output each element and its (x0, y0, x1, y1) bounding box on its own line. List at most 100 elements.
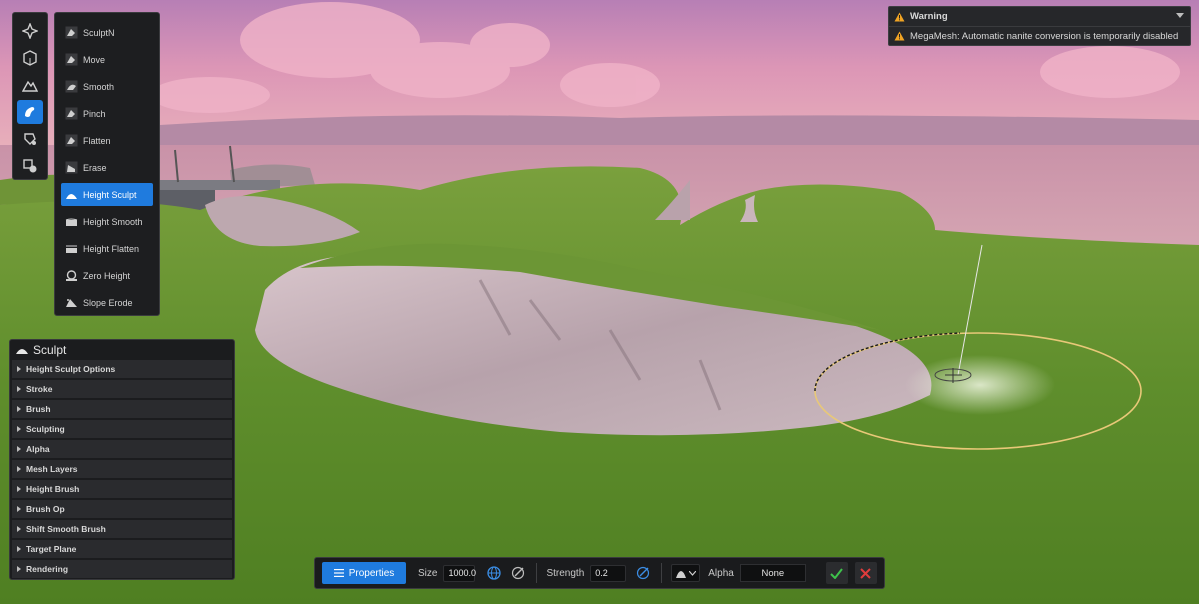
select-mode-button[interactable] (17, 19, 43, 43)
alpha-selector[interactable]: None (739, 564, 806, 582)
toolbar-divider (536, 563, 538, 583)
warning-triangle-icon (894, 12, 905, 21)
alpha-label: Alpha (708, 567, 734, 579)
pinch-brush-icon (65, 107, 78, 120)
section-label: Brush (26, 404, 51, 414)
section-label: Brush Op (26, 504, 65, 514)
expand-arrow-icon (17, 406, 21, 412)
tool-label: Flatten (83, 135, 111, 146)
landscape-mode-button[interactable] (17, 73, 43, 97)
zero-height-icon (66, 270, 77, 281)
tool-erase[interactable]: Erase (61, 156, 153, 179)
properties-button[interactable]: Properties (322, 562, 406, 584)
size-input[interactable]: 1000.0 (443, 564, 476, 582)
sculpt-panel-header: Sculpt (10, 340, 234, 360)
height-sculpt-icon (16, 349, 28, 354)
strength-label: Strength (546, 567, 585, 579)
section-label: Stroke (26, 384, 53, 394)
section-shift-smooth-brush[interactable]: Shift Smooth Brush (12, 520, 232, 538)
section-sculpting[interactable]: Sculpting (12, 420, 232, 438)
globe-icon (487, 566, 502, 580)
section-label: Alpha (26, 444, 50, 454)
expand-arrow-icon (17, 566, 21, 572)
section-label: Sculpting (26, 424, 65, 434)
sculpt-tool-palette: SculptN Move Smooth Pinch Flatten Erase … (54, 12, 160, 316)
warning-triangle-icon (894, 31, 905, 41)
tool-label: Move (83, 54, 106, 65)
sculpt-panel-title: Sculpt (33, 343, 67, 357)
paint-mode-button[interactable] (17, 127, 43, 151)
tool-label: Pinch (83, 108, 106, 119)
tool-move[interactable]: Move (61, 48, 153, 71)
expand-arrow-icon (17, 526, 21, 532)
shapes-mode-button[interactable] (17, 154, 43, 178)
shapes-mode-icon (23, 158, 37, 172)
tool-flatten[interactable]: Flatten (61, 129, 153, 152)
tool-pinch[interactable]: Pinch (61, 102, 153, 125)
section-height-sculpt-options[interactable]: Height Sculpt Options (12, 360, 232, 378)
properties-label: Properties (348, 567, 395, 579)
section-alpha[interactable]: Alpha (12, 440, 232, 458)
expand-arrow-icon (17, 466, 21, 472)
pressure-icon (637, 566, 650, 580)
section-rendering[interactable]: Rendering (12, 560, 232, 578)
size-label: Size (418, 567, 438, 579)
cancel-button[interactable] (854, 562, 877, 584)
sculpt-mode-icon (25, 106, 35, 117)
section-stroke[interactable]: Stroke (12, 380, 232, 398)
expand-arrow-icon (17, 366, 21, 372)
object-mode-button[interactable] (17, 46, 43, 70)
paint-mode-icon (24, 132, 36, 145)
world-space-toggle[interactable] (485, 564, 503, 582)
tool-label: Zero Height (83, 270, 131, 281)
tool-label: Erase (83, 162, 107, 173)
warning-message: MegaMesh: Automatic nanite conversion is… (910, 30, 1179, 42)
expand-arrow-icon (17, 386, 21, 392)
object-mode-icon (23, 49, 37, 66)
section-brush-op[interactable]: Brush Op (12, 500, 232, 518)
tool-slope-erode[interactable]: Slope Erode (61, 291, 153, 314)
expand-arrow-icon (17, 446, 21, 452)
landscape-mode-icon (22, 80, 38, 92)
warning-message-row: MegaMesh: Automatic nanite conversion is… (889, 26, 1190, 45)
hamburger-icon (333, 569, 344, 577)
section-brush[interactable]: Brush (12, 400, 232, 418)
strength-input[interactable]: 0.2 (590, 564, 627, 582)
tool-height-flatten[interactable]: Height Flatten (61, 237, 153, 260)
expand-arrow-icon (17, 546, 21, 552)
falloff-dropdown[interactable] (671, 564, 701, 582)
size-pressure-toggle[interactable] (509, 564, 527, 582)
section-mesh-layers[interactable]: Mesh Layers (12, 460, 232, 478)
tool-height-smooth[interactable]: Height Smooth (61, 210, 153, 233)
tool-label: Height Flatten (83, 243, 140, 254)
flatten-brush-icon (65, 134, 78, 147)
height-smooth-icon (65, 218, 78, 226)
tool-sculptn[interactable]: SculptN (61, 21, 153, 44)
tool-height-sculpt[interactable]: Height Sculpt (61, 183, 153, 206)
section-target-plane[interactable]: Target Plane (12, 540, 232, 558)
section-label: Height Brush (26, 484, 80, 494)
warning-title: Warning (910, 11, 948, 22)
section-label: Rendering (26, 564, 69, 574)
warning-header[interactable]: Warning (889, 7, 1190, 26)
section-height-brush[interactable]: Height Brush (12, 480, 232, 498)
tool-label: Height Smooth (83, 216, 143, 227)
tool-zero-height[interactable]: Zero Height (61, 264, 153, 287)
tool-label: Slope Erode (83, 297, 133, 308)
section-label: Shift Smooth Brush (26, 524, 106, 534)
sculpt-details-panel: Sculpt Height Sculpt Options Stroke Brus… (9, 339, 235, 580)
section-label: Mesh Layers (26, 464, 78, 474)
accept-button[interactable] (825, 562, 848, 584)
tool-smooth[interactable]: Smooth (61, 75, 153, 98)
height-flatten-icon (66, 245, 77, 253)
tool-label: SculptN (83, 27, 115, 38)
checkmark-icon (830, 567, 844, 579)
erase-brush-icon (65, 161, 78, 174)
sculpt-mode-button[interactable] (17, 99, 43, 124)
move-brush-icon (65, 53, 78, 66)
mode-toolbar (12, 12, 48, 180)
tool-label: Smooth (83, 81, 115, 92)
strength-pressure-toggle[interactable] (634, 564, 652, 582)
warning-notification: Warning MegaMesh: Automatic nanite conve… (888, 6, 1191, 46)
chevron-down-icon[interactable] (1176, 13, 1184, 19)
